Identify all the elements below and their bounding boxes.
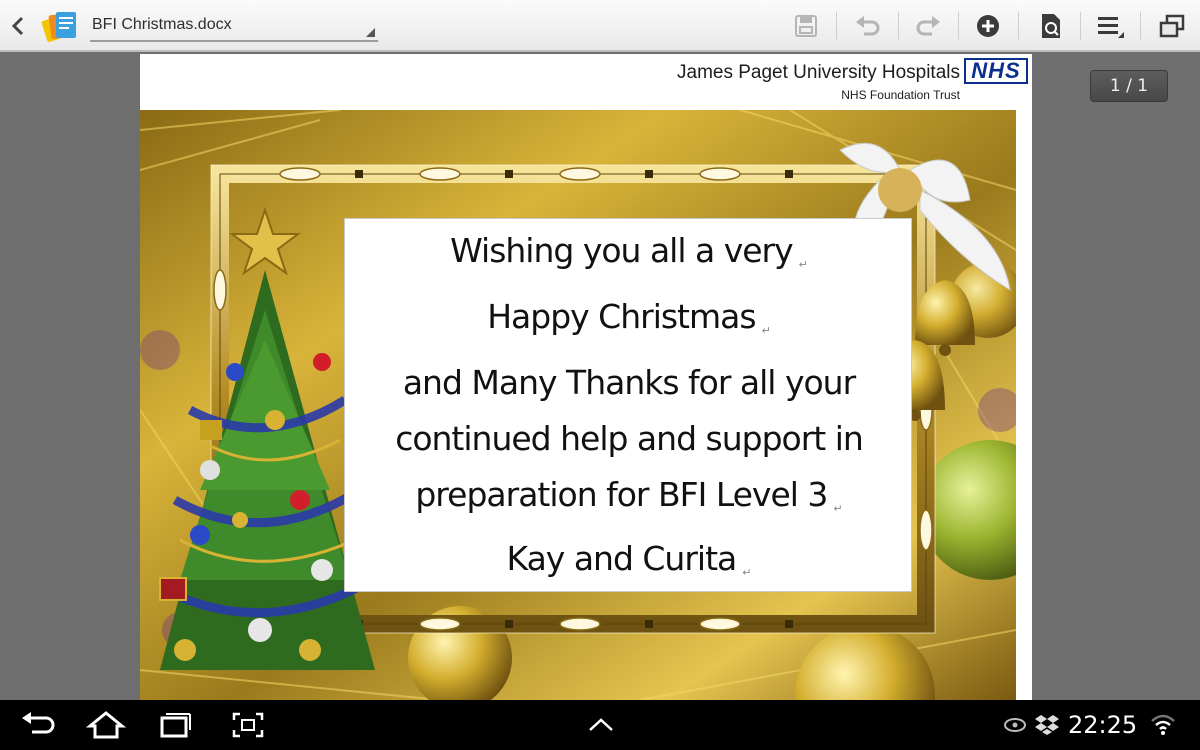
card-line-3: and Many Thanks for all your — [402, 363, 856, 402]
organisation-subtitle: NHS Foundation Trust — [841, 88, 960, 102]
window-icon[interactable] — [1156, 10, 1188, 42]
system-navigation-bar: 22:25 — [0, 700, 1200, 750]
clock: 22:25 — [1068, 711, 1138, 739]
toolbar-divider — [898, 12, 899, 40]
toolbar-divider — [836, 12, 837, 40]
dropdown-indicator-icon — [366, 28, 375, 37]
page-indicator: 1 / 1 — [1090, 70, 1168, 102]
card-line-4: continued help and support in — [395, 419, 864, 458]
card-line-6: Kay and Curita ↵ — [506, 539, 752, 579]
card-line-2: Happy Christmas ↵ — [487, 297, 771, 337]
card-line-1: Wishing you all a very ↵ — [450, 231, 808, 271]
menu-icon[interactable] — [1094, 10, 1126, 42]
christmas-card-image: Wishing you all a very ↵ Happy Christmas ↵… — [140, 110, 1016, 700]
nhs-logo: NHS — [964, 58, 1028, 84]
document-name: BFI Christmas.docx — [92, 16, 232, 33]
organisation-name: James Paget University Hospitals — [677, 62, 960, 83]
document-name-field[interactable]: BFI Christmas.docx — [90, 10, 378, 42]
usb-debug-icon — [1002, 714, 1028, 740]
dropbox-icon — [1034, 713, 1060, 741]
paragraph-mark-icon: ↵ — [761, 324, 771, 337]
insert-icon[interactable] — [972, 10, 1004, 42]
app-icon[interactable] — [40, 8, 80, 44]
paragraph-mark-icon: ↵ — [833, 502, 843, 515]
wifi-icon — [1150, 713, 1176, 741]
toolbar-divider — [1140, 12, 1141, 40]
document-page[interactable]: James Paget University Hospitals NHS Fou… — [140, 54, 1032, 700]
recent-apps-icon[interactable] — [154, 710, 194, 744]
save-icon[interactable] — [790, 10, 822, 42]
redo-icon[interactable] — [912, 10, 944, 42]
letterhead: James Paget University Hospitals NHS Fou… — [532, 54, 1032, 110]
toolbar-divider — [1018, 12, 1019, 40]
message-box: Wishing you all a very ↵ Happy Christmas ↵… — [344, 218, 912, 592]
card-line-5: preparation for BFI Level 3 ↵ — [415, 475, 843, 515]
home-icon[interactable] — [85, 710, 127, 744]
paragraph-mark-icon: ↵ — [798, 258, 808, 271]
toolbar: BFI Christmas.docx — [0, 0, 1200, 52]
toolbar-divider — [1080, 12, 1081, 40]
undo-icon[interactable] — [852, 10, 884, 42]
back-icon[interactable] — [8, 12, 30, 40]
page-view-icon[interactable] — [1034, 10, 1066, 42]
up-chevron-icon[interactable] — [584, 710, 618, 744]
toolbar-divider — [958, 12, 959, 40]
back-nav-icon[interactable] — [18, 710, 58, 744]
paragraph-mark-icon: ↵ — [742, 566, 752, 579]
screenshot-icon[interactable] — [228, 710, 268, 744]
